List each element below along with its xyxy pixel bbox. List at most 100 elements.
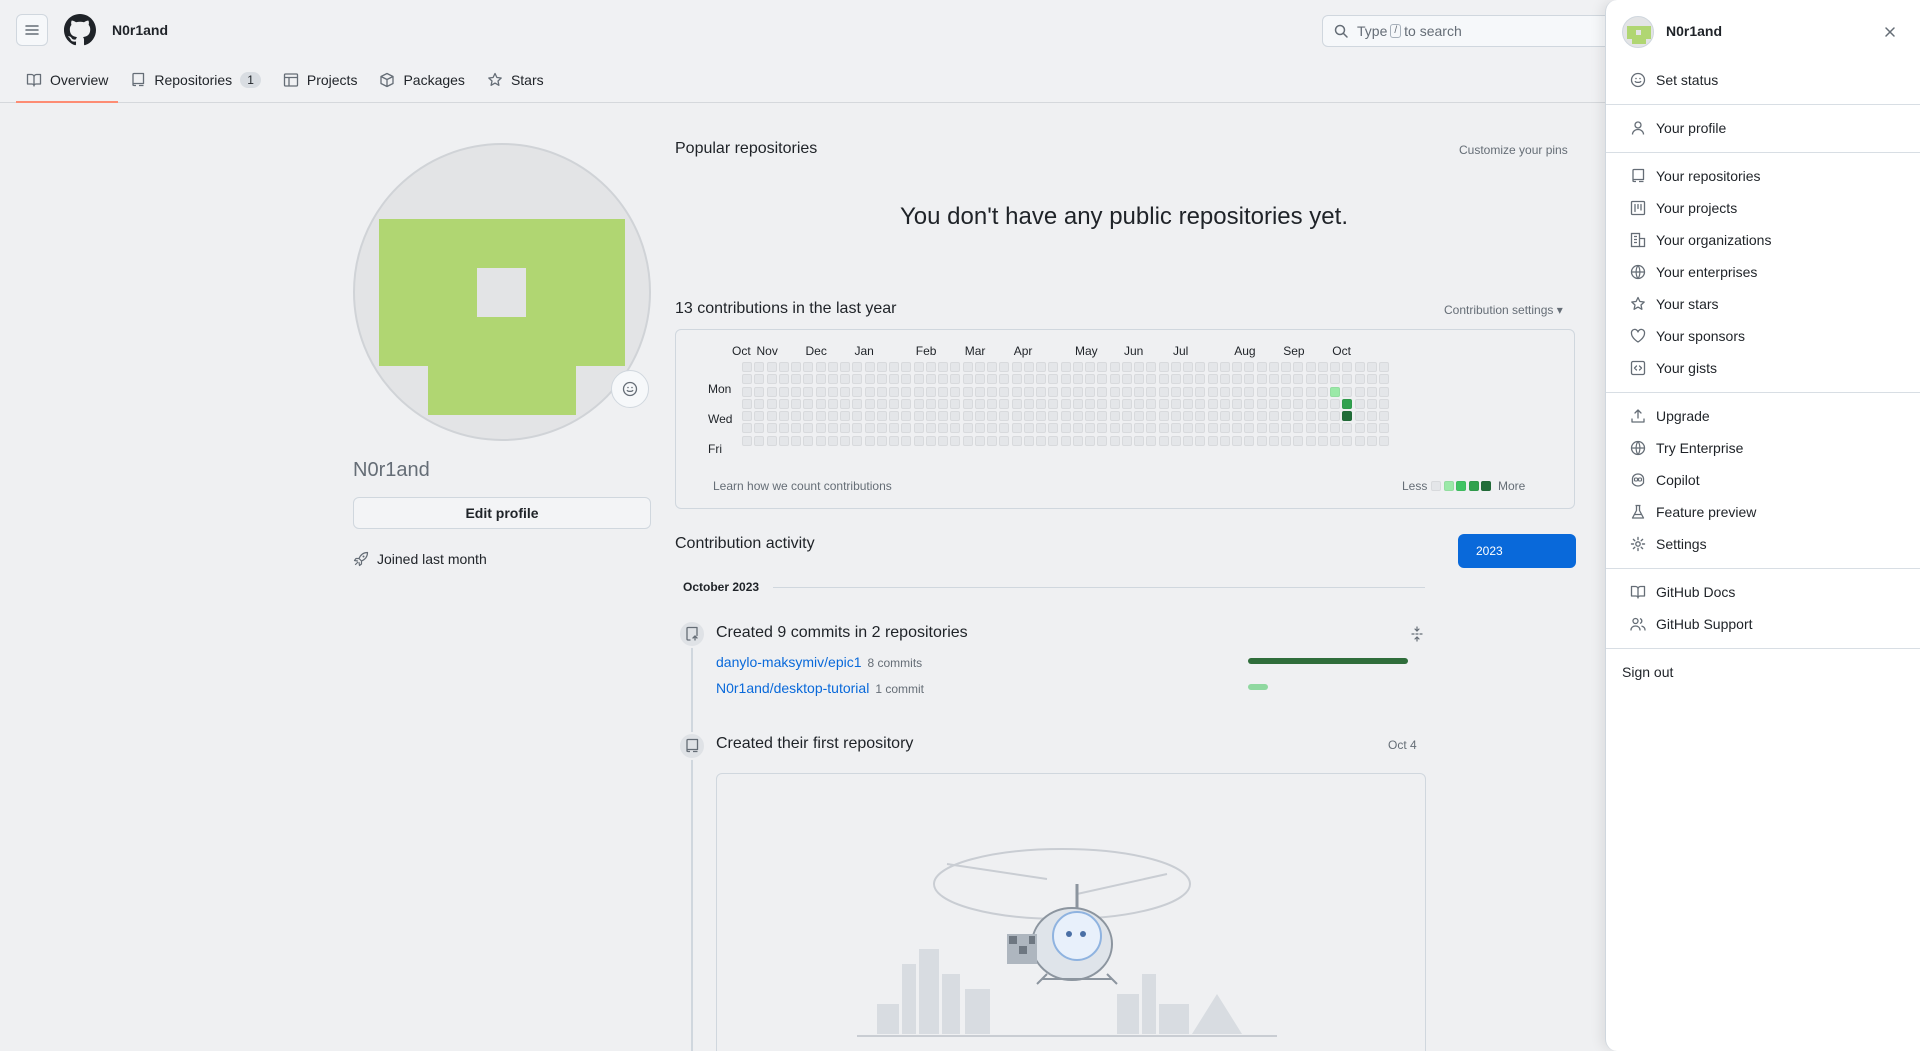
contribution-day-cell[interactable] [791, 411, 801, 421]
contribution-day-cell[interactable] [1219, 435, 1230, 446]
contribution-day-cell[interactable] [1097, 374, 1108, 385]
contribution-day-cell[interactable] [1207, 411, 1218, 421]
contribution-day-cell[interactable] [1281, 423, 1291, 434]
contribution-day-cell[interactable] [742, 362, 752, 372]
close-menu-button[interactable] [1878, 20, 1902, 44]
contribution-day-cell[interactable] [1281, 374, 1291, 385]
contribution-day-cell[interactable] [1256, 435, 1267, 446]
contribution-day-cell[interactable] [1121, 411, 1132, 421]
contribution-day-cell[interactable] [1366, 423, 1377, 434]
contribution-day-cell[interactable] [791, 423, 801, 434]
contribution-day-cell[interactable] [1268, 362, 1279, 372]
contribution-day-cell[interactable] [1048, 362, 1059, 372]
contribution-day-cell[interactable] [815, 374, 826, 385]
contribution-day-cell[interactable] [840, 374, 850, 385]
contribution-day-cell[interactable] [1219, 374, 1230, 385]
contribution-day-cell[interactable] [815, 398, 826, 409]
contribution-day-cell[interactable] [754, 423, 765, 434]
contribution-day-cell[interactable] [1195, 435, 1206, 446]
contribution-day-cell[interactable] [827, 423, 838, 434]
contribution-day-cell[interactable] [742, 435, 752, 446]
contribution-day-cell[interactable] [1219, 423, 1230, 434]
contribution-day-cell[interactable] [1305, 398, 1316, 409]
contribution-day-cell[interactable] [1244, 435, 1255, 446]
contribution-day-cell[interactable] [913, 386, 924, 397]
contribution-day-cell[interactable] [1085, 386, 1095, 397]
contribution-day-cell[interactable] [1072, 362, 1083, 372]
contribution-day-cell[interactable] [1097, 398, 1108, 409]
contribution-day-cell[interactable] [1268, 423, 1279, 434]
contribution-day-cell[interactable] [803, 398, 814, 409]
contribution-day-cell[interactable] [889, 435, 899, 446]
commit-repo-link-1[interactable]: danylo-maksymiv/epic1 8 commits [716, 654, 922, 670]
contribution-day-cell[interactable] [1232, 386, 1242, 397]
tab-packages[interactable]: Packages [369, 64, 474, 95]
contribution-day-cell[interactable] [1048, 423, 1059, 434]
contribution-day-cell[interactable] [1342, 398, 1353, 409]
learn-contributions-link[interactable]: Learn how we count contributions [713, 479, 892, 493]
contribution-day-cell[interactable] [1036, 435, 1046, 446]
contribution-day-cell[interactable] [1293, 435, 1304, 446]
contribution-day-cell[interactable] [876, 423, 887, 434]
contribution-day-cell[interactable] [1232, 423, 1242, 434]
contribution-day-cell[interactable] [913, 423, 924, 434]
contribution-day-cell[interactable] [1134, 362, 1144, 372]
contribution-day-cell[interactable] [803, 362, 814, 372]
contribution-day-cell[interactable] [1354, 398, 1365, 409]
contribution-day-cell[interactable] [864, 423, 875, 434]
contribution-day-cell[interactable] [1244, 423, 1255, 434]
contribution-day-cell[interactable] [1195, 374, 1206, 385]
contribution-day-cell[interactable] [1317, 386, 1328, 397]
contribution-day-cell[interactable] [1023, 423, 1034, 434]
contribution-day-cell[interactable] [840, 423, 850, 434]
contribution-day-cell[interactable] [1146, 435, 1157, 446]
contribution-day-cell[interactable] [1183, 411, 1193, 421]
contribution-day-cell[interactable] [766, 435, 777, 446]
contribution-day-cell[interactable] [1379, 362, 1389, 372]
contribution-day-cell[interactable] [864, 374, 875, 385]
contribution-day-cell[interactable] [1109, 411, 1120, 421]
contribution-day-cell[interactable] [974, 374, 985, 385]
contribution-day-cell[interactable] [1158, 435, 1169, 446]
menu-item-your-repositories[interactable]: Your repositories [1622, 161, 1905, 191]
contribution-day-cell[interactable] [1109, 386, 1120, 397]
contribution-day-cell[interactable] [1281, 386, 1291, 397]
contribution-day-cell[interactable] [766, 398, 777, 409]
tab-projects[interactable]: Projects [273, 64, 368, 95]
contribution-day-cell[interactable] [840, 435, 850, 446]
contribution-day-cell[interactable] [827, 435, 838, 446]
tab-stars[interactable]: Stars [477, 64, 554, 95]
contribution-day-cell[interactable] [852, 374, 863, 385]
contribution-day-cell[interactable] [1305, 411, 1316, 421]
contribution-day-cell[interactable] [1317, 398, 1328, 409]
contribution-day-cell[interactable] [889, 386, 899, 397]
contribution-day-cell[interactable] [1048, 374, 1059, 385]
contribution-day-cell[interactable] [925, 411, 936, 421]
contribution-day-cell[interactable] [791, 374, 801, 385]
contribution-day-cell[interactable] [1183, 386, 1193, 397]
contribution-day-cell[interactable] [827, 386, 838, 397]
contribution-day-cell[interactable] [778, 362, 789, 372]
contribution-day-cell[interactable] [1342, 435, 1353, 446]
contribution-day-cell[interactable] [864, 386, 875, 397]
contribution-day-cell[interactable] [1183, 362, 1193, 372]
contribution-day-cell[interactable] [1158, 423, 1169, 434]
contribution-day-cell[interactable] [999, 411, 1010, 421]
contribution-day-cell[interactable] [778, 435, 789, 446]
contribution-day-cell[interactable] [1281, 411, 1291, 421]
contribution-day-cell[interactable] [1048, 386, 1059, 397]
contribution-day-cell[interactable] [1183, 423, 1193, 434]
contribution-day-cell[interactable] [1207, 386, 1218, 397]
contribution-day-cell[interactable] [1293, 374, 1304, 385]
contribution-day-cell[interactable] [950, 386, 961, 397]
contribution-day-cell[interactable] [1036, 374, 1046, 385]
contribution-day-cell[interactable] [1342, 386, 1353, 397]
contribution-day-cell[interactable] [876, 398, 887, 409]
contribution-day-cell[interactable] [1256, 423, 1267, 434]
contribution-day-cell[interactable] [815, 411, 826, 421]
contribution-day-cell[interactable] [1354, 411, 1365, 421]
contribution-day-cell[interactable] [987, 411, 997, 421]
contribution-day-cell[interactable] [1023, 362, 1034, 372]
contribution-day-cell[interactable] [1305, 362, 1316, 372]
contribution-day-cell[interactable] [962, 423, 973, 434]
